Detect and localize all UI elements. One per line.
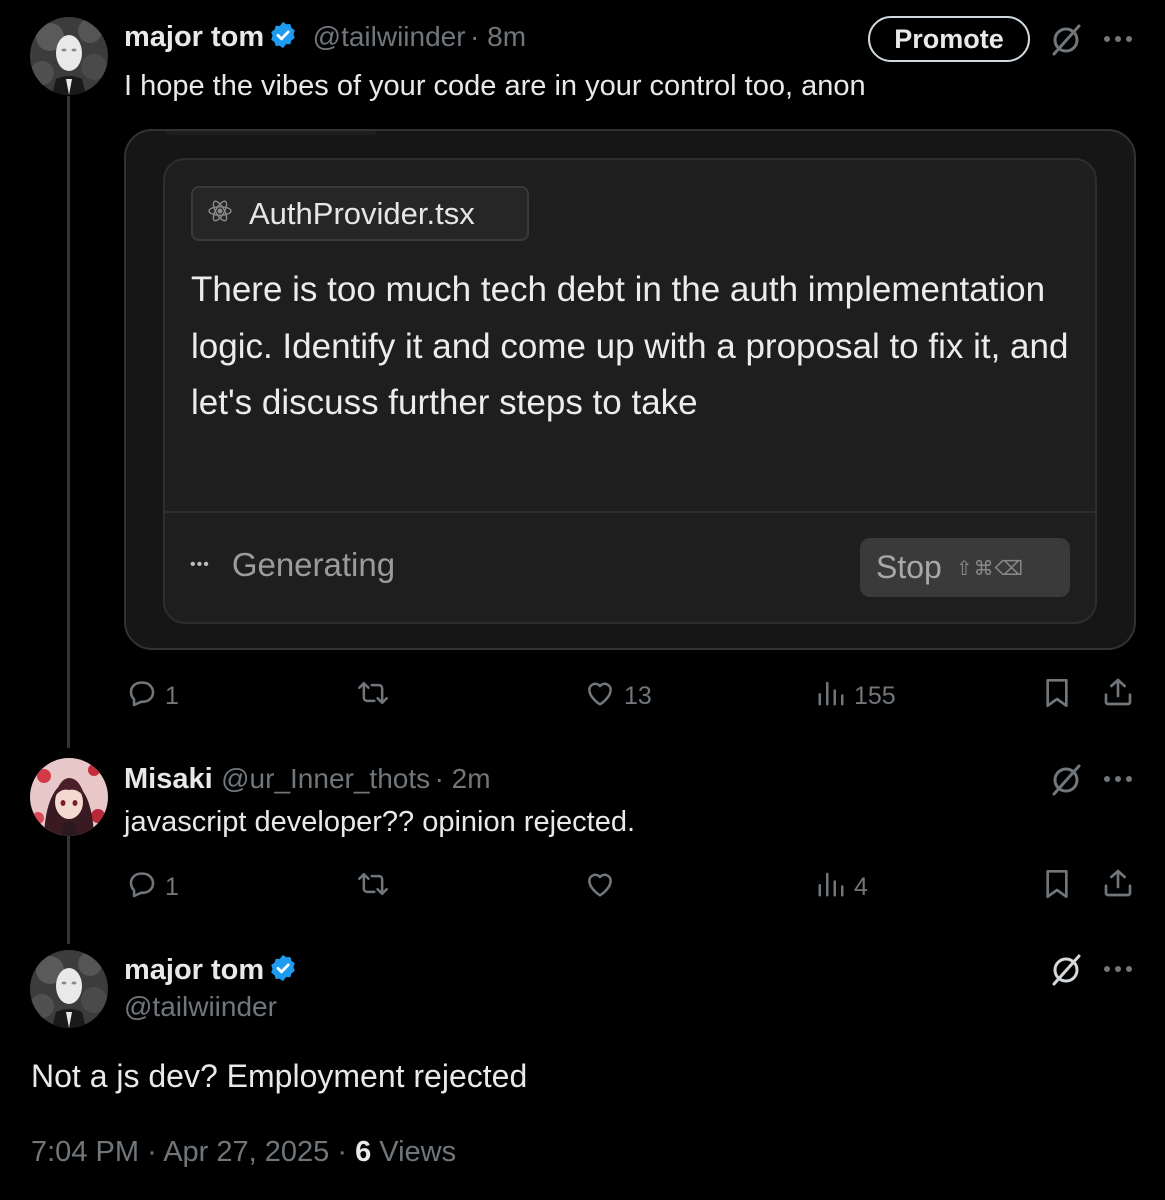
author-name[interactable]: Misaki: [124, 763, 213, 795]
like-button[interactable]: [584, 868, 616, 907]
generating-status: ••• Generating: [190, 546, 395, 584]
post-text: javascript developer?? opinion rejected.: [124, 806, 636, 838]
repost-button[interactable]: [356, 868, 390, 907]
reply-icon: [125, 868, 157, 907]
bookmark-button[interactable]: [1040, 677, 1074, 713]
post-text: I hope the vibes of your code are in you…: [124, 70, 866, 102]
bookmark-icon: [1043, 868, 1071, 905]
avatar[interactable]: [30, 758, 108, 836]
author-name[interactable]: major tom: [124, 954, 264, 986]
post-text: Not a js dev? Employment rejected: [31, 1058, 528, 1094]
thread-line: [67, 96, 70, 748]
reply-icon: [125, 677, 157, 716]
post-time[interactable]: · 8m: [470, 21, 526, 52]
grok-icon[interactable]: [1048, 22, 1084, 58]
author-handle[interactable]: @ur_Inner_thots: [221, 763, 430, 794]
avatar[interactable]: [30, 950, 108, 1028]
more-icon[interactable]: [1100, 24, 1136, 54]
grok-icon[interactable]: [1048, 762, 1084, 798]
views-count: 155: [854, 682, 896, 710]
author-handle[interactable]: @tailwiinder: [124, 991, 277, 1023]
heart-icon: [584, 868, 616, 907]
share-icon: [1102, 676, 1134, 713]
prompt-text: There is too much tech debt in the auth …: [191, 270, 1069, 422]
verified-badge-icon: [268, 20, 298, 55]
author-name[interactable]: major tom: [124, 21, 264, 53]
post-time[interactable]: · 2m: [435, 763, 491, 794]
views-button[interactable]: 155: [816, 677, 896, 716]
verified-badge-icon: [268, 953, 298, 988]
more-icon[interactable]: [1100, 764, 1136, 794]
share-icon: [1102, 867, 1134, 904]
divider: [165, 511, 1095, 513]
separator: ·: [337, 1136, 348, 1168]
views-label: Views: [379, 1136, 457, 1168]
views-count: 4: [854, 873, 868, 901]
stop-button[interactable]: Stop ⇧⌘⌫: [860, 538, 1070, 597]
views-button[interactable]: 4: [816, 868, 868, 907]
share-button[interactable]: [1100, 867, 1136, 903]
like-button[interactable]: 13: [584, 677, 652, 716]
promote-button[interactable]: Promote: [868, 16, 1030, 62]
react-icon: [207, 196, 233, 232]
separator: ·: [147, 1136, 157, 1168]
repost-icon: [356, 677, 390, 716]
reply-count: 1: [165, 682, 179, 710]
post-date[interactable]: Apr 27, 2025: [163, 1136, 329, 1168]
file-chip[interactable]: AuthProvider.tsx: [191, 186, 529, 241]
analytics-icon: [816, 868, 846, 907]
stop-label: Stop: [876, 549, 942, 585]
post-header: major tom: [124, 953, 298, 988]
post-header: major tom @tailwiinder · 8m: [124, 20, 526, 55]
reply-button[interactable]: 1: [125, 677, 179, 716]
bookmark-icon: [1043, 677, 1071, 714]
share-button[interactable]: [1100, 676, 1136, 712]
more-icon[interactable]: [1100, 954, 1136, 984]
repost-icon: [356, 868, 390, 907]
reply-count: 1: [165, 873, 179, 901]
thread-line: [67, 836, 70, 944]
status-label: Generating: [231, 546, 396, 583]
reply-button[interactable]: 1: [125, 868, 179, 907]
heart-icon: [584, 677, 616, 716]
avatar[interactable]: [30, 17, 108, 95]
post-time[interactable]: 7:04 PM: [31, 1136, 139, 1168]
author-handle[interactable]: @tailwiinder: [313, 21, 466, 52]
bookmark-button[interactable]: [1040, 868, 1074, 904]
post-meta: 7:04 PM · Apr 27, 2025 · 6 Views: [31, 1136, 456, 1169]
file-name: AuthProvider.tsx: [249, 195, 475, 231]
views-count: 6: [355, 1136, 372, 1168]
analytics-icon: [816, 677, 846, 716]
loading-dots-icon: •••: [190, 556, 210, 573]
like-count: 13: [624, 682, 652, 710]
card-edge-decoration: [166, 131, 376, 135]
keyboard-shortcut: ⇧⌘⌫: [955, 555, 1024, 580]
grok-icon[interactable]: [1048, 952, 1084, 988]
repost-button[interactable]: [356, 677, 390, 716]
post-header: Misaki @ur_Inner_thots · 2m: [124, 763, 491, 796]
